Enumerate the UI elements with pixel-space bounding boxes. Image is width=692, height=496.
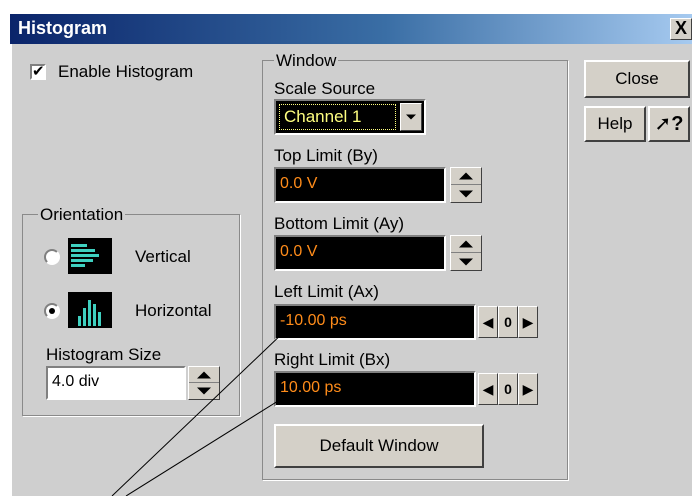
callout-lines <box>111 329 287 496</box>
